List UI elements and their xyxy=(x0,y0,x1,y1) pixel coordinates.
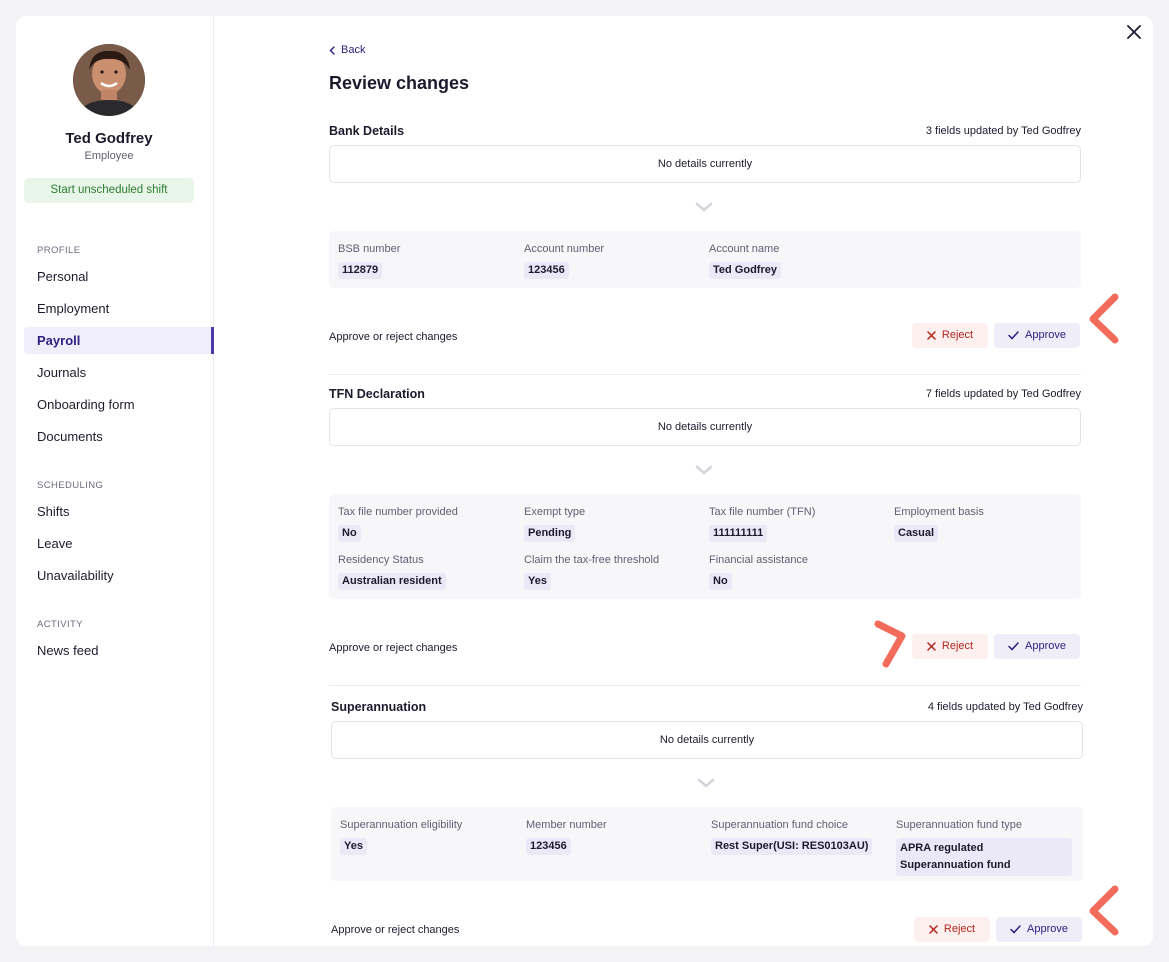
approve-button[interactable]: Approve xyxy=(994,634,1080,659)
sidebar-item-documents[interactable]: Documents xyxy=(24,423,214,450)
approve-reject-text: Approve or reject changes xyxy=(331,924,460,936)
sidebar: Ted Godfrey Employee Start unscheduled s… xyxy=(16,16,214,946)
field: Superannuation fund type APRA regulated … xyxy=(896,819,1076,876)
section-title: TFN Declaration xyxy=(329,387,425,401)
section-meta: 7 fields updated by Ted Godfrey xyxy=(925,388,1081,400)
sidebar-item-shifts[interactable]: Shifts xyxy=(24,498,214,525)
start-unscheduled-shift-button[interactable]: Start unscheduled shift xyxy=(24,178,194,203)
section-title: Superannuation xyxy=(331,700,427,714)
chevron-left-icon xyxy=(329,45,335,55)
new-details-box: Superannuation eligibility Yes Member nu… xyxy=(331,807,1083,881)
reject-button[interactable]: Reject xyxy=(914,917,990,942)
field: Tax file number provided No xyxy=(338,506,518,542)
approve-button[interactable]: Approve xyxy=(994,323,1080,348)
employee-name: Ted Godfrey xyxy=(65,130,153,147)
employee-role: Employee xyxy=(84,150,134,162)
sidebar-item-journals[interactable]: Journals xyxy=(24,359,214,386)
check-icon xyxy=(1008,331,1019,340)
approve-reject-text: Approve or reject changes xyxy=(329,642,458,654)
back-label: Back xyxy=(341,44,366,56)
current-details-box: No details currently xyxy=(329,408,1081,446)
avatar xyxy=(73,44,145,116)
nav-heading-activity: ACTIVITY xyxy=(37,619,83,630)
back-link[interactable]: Back xyxy=(329,44,365,56)
field: Exempt type Pending xyxy=(524,506,704,542)
chevron-down-icon xyxy=(695,463,713,475)
close-icon[interactable] xyxy=(1125,23,1143,41)
field: Financial assistance No xyxy=(709,554,889,590)
field: Member number 123456 xyxy=(526,819,706,855)
annotation-pointer-icon xyxy=(1085,292,1125,348)
approve-button[interactable]: Approve xyxy=(996,917,1082,942)
reject-button[interactable]: Reject xyxy=(912,323,988,348)
section-divider xyxy=(329,685,1081,686)
sidebar-item-news-feed[interactable]: News feed xyxy=(24,637,214,664)
x-icon xyxy=(927,331,936,340)
page-title: Review changes xyxy=(329,73,470,93)
check-icon xyxy=(1008,642,1019,651)
modal-panel: Ted Godfrey Employee Start unscheduled s… xyxy=(16,16,1153,946)
x-icon xyxy=(929,925,938,934)
field: Account number 123456 xyxy=(524,243,704,279)
sidebar-item-employment[interactable]: Employment xyxy=(24,295,214,322)
field: Claim the tax-free threshold Yes xyxy=(524,554,704,590)
chevron-down-icon xyxy=(695,200,713,212)
nav-heading-scheduling: SCHEDULING xyxy=(37,480,104,491)
current-details-box: No details currently xyxy=(329,145,1081,183)
field: Account name Ted Godfrey xyxy=(709,243,889,279)
new-details-box: Tax file number provided No Exempt type … xyxy=(329,494,1081,599)
annotation-pointer-icon xyxy=(1085,884,1125,940)
field: Residency Status Australian resident xyxy=(338,554,518,590)
field: BSB number 112879 xyxy=(338,243,518,279)
field: Superannuation eligibility Yes xyxy=(340,819,520,855)
sidebar-item-onboarding-form[interactable]: Onboarding form xyxy=(24,391,214,418)
section-title: Bank Details xyxy=(329,124,405,138)
annotation-pointer-icon xyxy=(872,616,912,672)
section-divider xyxy=(329,374,1081,375)
sidebar-item-leave[interactable]: Leave xyxy=(24,530,214,557)
check-icon xyxy=(1010,925,1021,934)
reject-button[interactable]: Reject xyxy=(912,634,988,659)
nav-heading-profile: PROFILE xyxy=(37,245,81,256)
approve-reject-text: Approve or reject changes xyxy=(329,331,458,343)
field: Superannuation fund choice Rest Super(US… xyxy=(711,819,891,855)
sidebar-item-payroll[interactable]: Payroll xyxy=(24,327,214,354)
x-icon xyxy=(927,642,936,651)
chevron-down-icon xyxy=(697,776,715,788)
section-meta: 3 fields updated by Ted Godfrey xyxy=(925,125,1081,137)
section-meta: 4 fields updated by Ted Godfrey xyxy=(927,701,1083,713)
field: Employment basis Casual xyxy=(894,506,1074,542)
current-details-box: No details currently xyxy=(331,721,1083,759)
field: Tax file number (TFN) 111111111 xyxy=(709,506,889,542)
sidebar-item-unavailability[interactable]: Unavailability xyxy=(24,562,214,589)
new-details-box: BSB number 112879 Account number 123456 … xyxy=(329,231,1081,288)
sidebar-item-personal[interactable]: Personal xyxy=(24,263,214,290)
